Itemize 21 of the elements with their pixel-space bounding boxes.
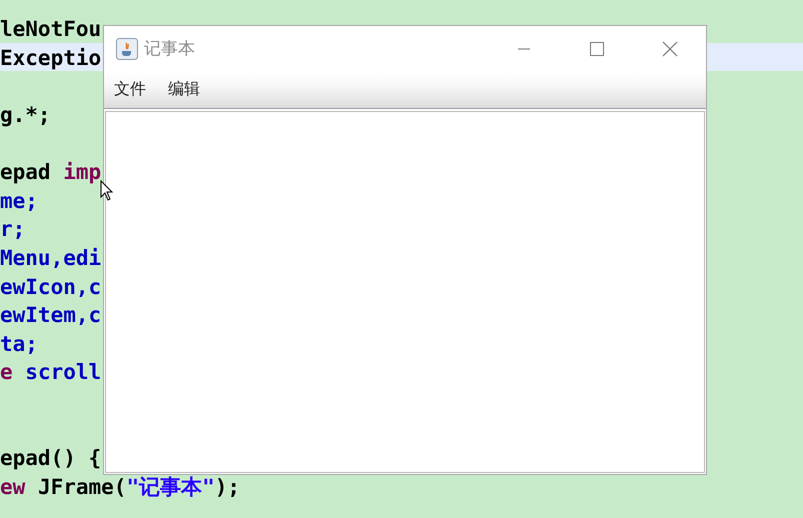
- code-line: e scroll: [0, 362, 102, 382]
- code-line: g.*;: [0, 105, 51, 126]
- code-line: ew JFrame("记事本");: [0, 476, 240, 497]
- code-line: me;: [0, 190, 38, 211]
- code-line: epad imp: [0, 162, 102, 182]
- menu-item[interactable]: 文件: [113, 79, 147, 100]
- code-line: ta;: [0, 334, 38, 354]
- code-line: ewIcon,c: [0, 276, 102, 297]
- maximize-icon: [588, 40, 604, 56]
- text-area[interactable]: [105, 111, 705, 473]
- code-line: Menu,edi: [0, 248, 102, 268]
- minimize-icon: [516, 48, 530, 50]
- close-icon: [662, 40, 678, 56]
- menu-item[interactable]: 编辑: [167, 79, 201, 100]
- code-line: leNotFou: [0, 19, 102, 40]
- java-cup-icon: [116, 38, 138, 60]
- code-line: epad() {: [0, 448, 102, 468]
- code-line: Exceptio: [0, 48, 102, 68]
- code-line: ewItem,c: [0, 305, 102, 326]
- window-title: 记事本: [144, 38, 195, 60]
- code-line: r;: [0, 219, 26, 240]
